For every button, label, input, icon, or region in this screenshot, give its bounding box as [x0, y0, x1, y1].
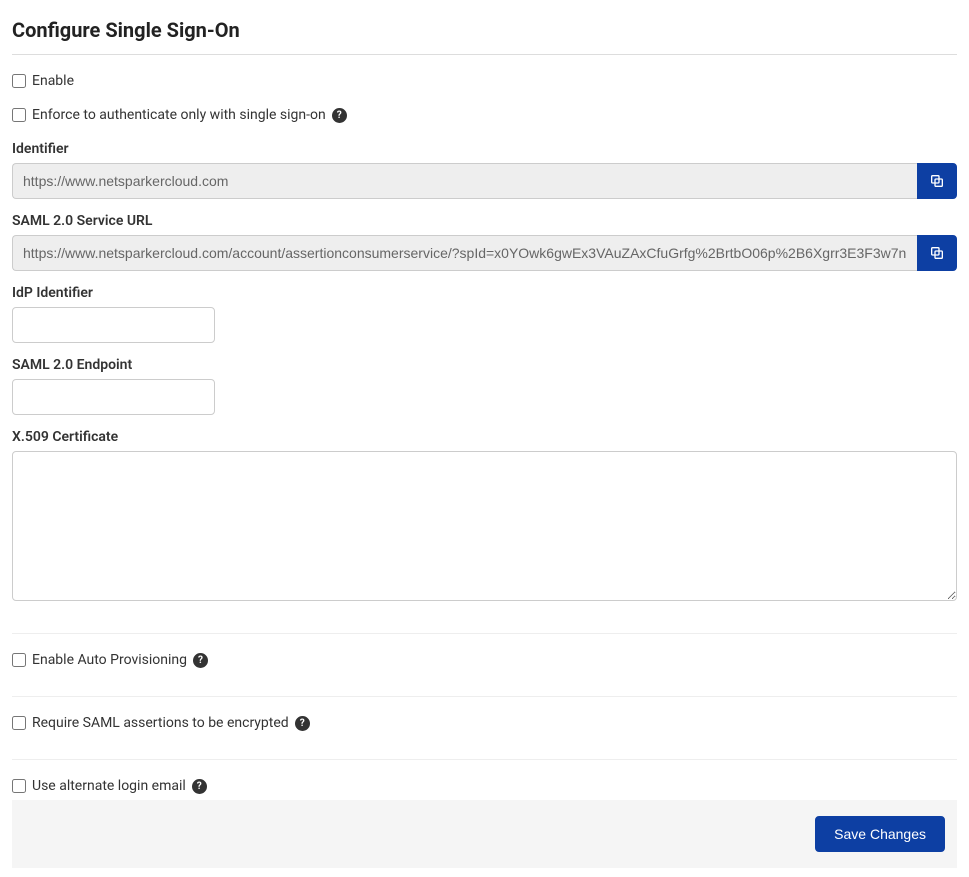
- x509-textarea[interactable]: [12, 451, 957, 601]
- saml-service-url-input-group: [12, 235, 957, 271]
- section-divider: [12, 759, 957, 760]
- enable-row: Enable: [12, 73, 957, 89]
- enforce-row: Enforce to authenticate only with single…: [12, 107, 957, 123]
- saml-service-url-row: SAML 2.0 Service URL: [12, 213, 957, 271]
- enable-checkbox[interactable]: [12, 74, 26, 88]
- title-divider: [12, 54, 957, 55]
- copy-saml-url-button[interactable]: [917, 235, 957, 271]
- saml-endpoint-row: SAML 2.0 Endpoint: [12, 357, 957, 415]
- saml-service-url-label: SAML 2.0 Service URL: [12, 213, 957, 229]
- footer: Save Changes: [12, 800, 957, 868]
- require-encrypted-label[interactable]: Require SAML assertions to be encrypted: [32, 715, 289, 731]
- enforce-checkbox[interactable]: [12, 108, 26, 122]
- auto-provisioning-label[interactable]: Enable Auto Provisioning: [32, 652, 187, 668]
- help-icon[interactable]: ?: [295, 716, 310, 731]
- help-icon[interactable]: ?: [332, 108, 347, 123]
- x509-label: X.509 Certificate: [12, 429, 957, 445]
- idp-identifier-row: IdP Identifier: [12, 285, 957, 343]
- idp-identifier-label: IdP Identifier: [12, 285, 957, 301]
- section-divider: [12, 633, 957, 634]
- idp-identifier-input[interactable]: [12, 307, 215, 343]
- auto-provisioning-row: Enable Auto Provisioning ?: [12, 652, 957, 668]
- page-title: Configure Single Sign-On: [12, 18, 957, 42]
- alternate-email-checkbox[interactable]: [12, 779, 26, 793]
- saml-endpoint-input[interactable]: [12, 379, 215, 415]
- saml-endpoint-label: SAML 2.0 Endpoint: [12, 357, 957, 373]
- alternate-email-row: Use alternate login email ?: [12, 778, 957, 794]
- x509-row: X.509 Certificate: [12, 429, 957, 605]
- alternate-email-label[interactable]: Use alternate login email: [32, 778, 186, 794]
- require-encrypted-row: Require SAML assertions to be encrypted …: [12, 715, 957, 731]
- identifier-label: Identifier: [12, 141, 957, 157]
- copy-icon: [929, 173, 945, 189]
- help-icon[interactable]: ?: [192, 779, 207, 794]
- save-button[interactable]: Save Changes: [815, 816, 945, 852]
- identifier-input-group: [12, 163, 957, 199]
- saml-service-url-input[interactable]: [12, 235, 917, 271]
- copy-identifier-button[interactable]: [917, 163, 957, 199]
- help-icon[interactable]: ?: [193, 653, 208, 668]
- identifier-input[interactable]: [12, 163, 917, 199]
- require-encrypted-checkbox[interactable]: [12, 716, 26, 730]
- copy-icon: [929, 245, 945, 261]
- auto-provisioning-checkbox[interactable]: [12, 653, 26, 667]
- section-divider: [12, 696, 957, 697]
- enforce-label[interactable]: Enforce to authenticate only with single…: [32, 107, 326, 123]
- enable-label[interactable]: Enable: [32, 73, 74, 89]
- identifier-row: Identifier: [12, 141, 957, 199]
